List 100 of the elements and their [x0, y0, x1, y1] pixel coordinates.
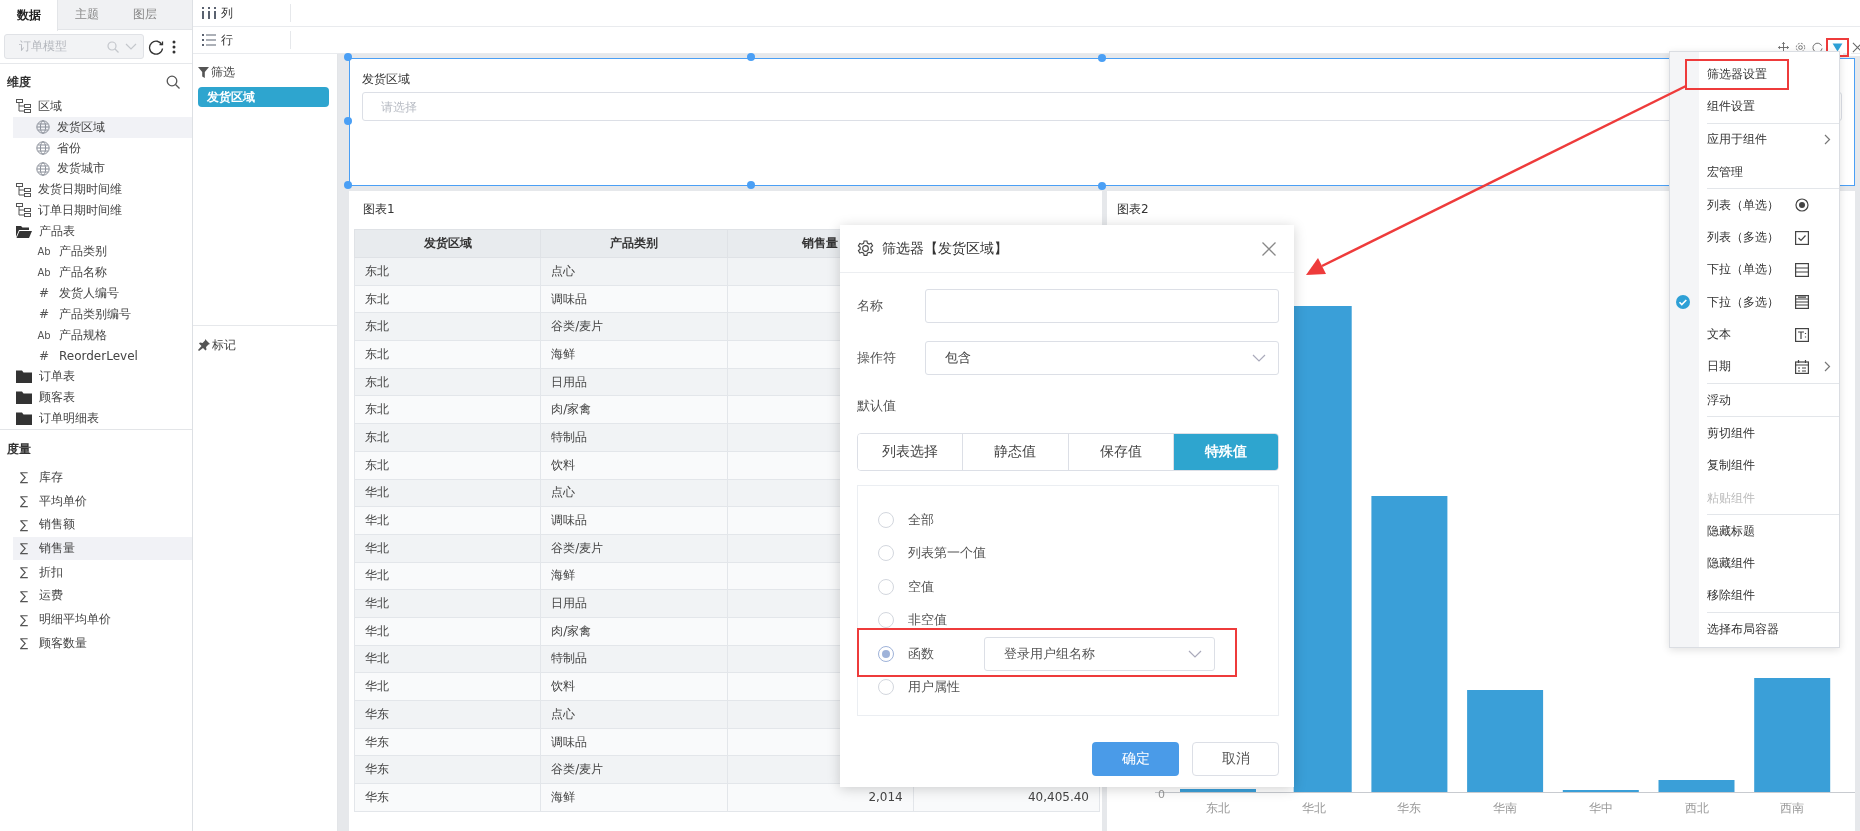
- tree-item[interactable]: 订单明细表: [13, 407, 192, 429]
- radio-button[interactable]: [878, 511, 894, 528]
- table-cell: 华东: [354, 783, 541, 812]
- tree-item[interactable]: Ab 产品名称: [13, 262, 192, 284]
- menu-item[interactable]: 下拉（多选）: [1707, 286, 1839, 319]
- menu-item[interactable]: 复制组件: [1707, 449, 1839, 482]
- sum-icon: ∑: [16, 517, 32, 532]
- text-type-icon: Ab: [36, 267, 52, 279]
- sum-icon: ∑: [16, 470, 32, 485]
- menu-item[interactable]: 日期: [1707, 350, 1839, 383]
- table-cell: 点心: [540, 479, 727, 507]
- tree-item[interactable]: 顾客表: [13, 387, 192, 408]
- table-cell: 华东: [354, 755, 541, 784]
- table-cell: 东北: [354, 395, 541, 424]
- table-cell: 东北: [354, 285, 541, 313]
- resize-handle[interactable]: [747, 53, 755, 61]
- measure-item[interactable]: ∑ 顾客数量: [13, 631, 192, 656]
- table-cell: 海鲜: [540, 562, 727, 590]
- radio-button[interactable]: [878, 679, 894, 696]
- option-label: 列表第一个值: [908, 544, 986, 563]
- refresh-icon[interactable]: [148, 38, 164, 55]
- table-cell: 东北: [354, 312, 541, 341]
- tree-item[interactable]: 订单日期时间维: [13, 199, 192, 221]
- measure-item[interactable]: ∑ 库存: [13, 465, 192, 490]
- table-cell: 华北: [354, 645, 541, 673]
- folder-icon: [16, 370, 32, 384]
- more-icon[interactable]: [172, 39, 176, 54]
- tree-item[interactable]: 发货日期时间维: [13, 179, 192, 200]
- measure-item[interactable]: ∑ 销售量: [13, 536, 192, 561]
- menu-item[interactable]: 宏管理: [1707, 155, 1839, 189]
- text-type-icon: Ab: [36, 329, 52, 341]
- radio-button[interactable]: [878, 645, 894, 662]
- cancel-button[interactable]: 取消: [1192, 742, 1279, 776]
- column-header: 产品类别: [540, 229, 727, 258]
- resize-handle[interactable]: [1098, 182, 1106, 190]
- radio-button[interactable]: [878, 545, 894, 562]
- function-select[interactable]: 登录用户组名称: [984, 636, 1215, 671]
- dropdown-list-icon: [1795, 262, 1809, 277]
- menu-item[interactable]: 列表（多选）: [1707, 221, 1839, 254]
- menu-item[interactable]: 组件设置: [1707, 90, 1839, 123]
- radio-button[interactable]: [878, 578, 894, 595]
- tree-item[interactable]: Ab 产品规格: [13, 324, 192, 346]
- tree-item[interactable]: 省份: [13, 137, 192, 159]
- menu-item[interactable]: 文本: [1707, 318, 1839, 351]
- tree-item[interactable]: 区域: [13, 96, 192, 117]
- hierarchy-icon: [16, 203, 31, 218]
- menu-item[interactable]: 选择布局容器: [1707, 613, 1839, 646]
- field-label: 默认值: [857, 397, 897, 415]
- section-title: 度量: [7, 441, 31, 459]
- panel-tab[interactable]: 数据: [0, 0, 58, 31]
- shelf-label: 列: [221, 4, 234, 22]
- resize-handle[interactable]: [344, 181, 352, 189]
- tree-item[interactable]: 订单表: [13, 366, 192, 387]
- pin-icon: [198, 339, 210, 351]
- menu-item[interactable]: 下拉（单选）: [1707, 253, 1839, 287]
- measure-item[interactable]: ∑ 销售额: [13, 512, 192, 537]
- sum-icon: ∑: [16, 636, 32, 651]
- search-icon[interactable]: [166, 75, 180, 90]
- resize-handle[interactable]: [344, 117, 352, 125]
- column-header: 发货区域: [354, 229, 541, 258]
- menu-item[interactable]: 列表（单选）: [1707, 189, 1839, 222]
- measure-item[interactable]: ∑ 运费: [13, 584, 192, 608]
- measure-item[interactable]: ∑ 折扣: [13, 560, 192, 584]
- resize-handle[interactable]: [1098, 54, 1106, 62]
- close-button[interactable]: [1261, 240, 1277, 257]
- tree-item[interactable]: # ReorderLevel: [13, 345, 192, 367]
- number-type-icon: #: [36, 307, 52, 322]
- menu-item[interactable]: 应用于组件: [1707, 123, 1839, 156]
- menu-item[interactable]: 剪切组件: [1707, 417, 1839, 450]
- axis-tick-label: 0: [1158, 788, 1165, 801]
- sum-icon: ∑: [16, 612, 32, 627]
- measure-item[interactable]: ∑ 明细平均单价: [13, 607, 192, 632]
- table-cell: 东北: [354, 423, 541, 452]
- folder-icon: [16, 411, 32, 425]
- option-label: 函数: [908, 644, 935, 663]
- name-field[interactable]: [925, 289, 1279, 323]
- menu-item[interactable]: 隐藏标题: [1707, 515, 1839, 548]
- table-cell: 特制品: [540, 423, 727, 452]
- menu-item[interactable]: 移除组件: [1707, 579, 1839, 613]
- operator-select[interactable]: 包含: [925, 341, 1279, 375]
- search-icon: [107, 40, 119, 53]
- dropdown-triangle-icon[interactable]: [1832, 42, 1843, 52]
- tree-item[interactable]: 产品表: [13, 220, 192, 242]
- menu-item[interactable]: 浮动: [1707, 383, 1839, 417]
- tree-item[interactable]: # 发货人编号: [13, 283, 192, 304]
- tree-item[interactable]: 发货城市: [13, 158, 192, 180]
- shelf-label: 行: [221, 31, 234, 49]
- table-cell: 华北: [354, 534, 541, 563]
- tree-item[interactable]: Ab 产品类别: [13, 241, 192, 263]
- table-cell: 华东: [354, 700, 541, 729]
- menu-item[interactable]: 隐藏组件: [1707, 547, 1839, 580]
- tree-item[interactable]: # 产品类别编号: [13, 303, 192, 325]
- hierarchy-icon: [16, 99, 31, 114]
- measure-item[interactable]: ∑ 平均单价: [13, 489, 192, 513]
- radio-button[interactable]: [878, 612, 894, 629]
- table-cell: 华北: [354, 506, 541, 535]
- resize-handle[interactable]: [344, 53, 352, 61]
- resize-handle[interactable]: [747, 181, 755, 189]
- tree-item[interactable]: 发货区域: [13, 116, 192, 138]
- sum-icon: ∑: [16, 494, 32, 509]
